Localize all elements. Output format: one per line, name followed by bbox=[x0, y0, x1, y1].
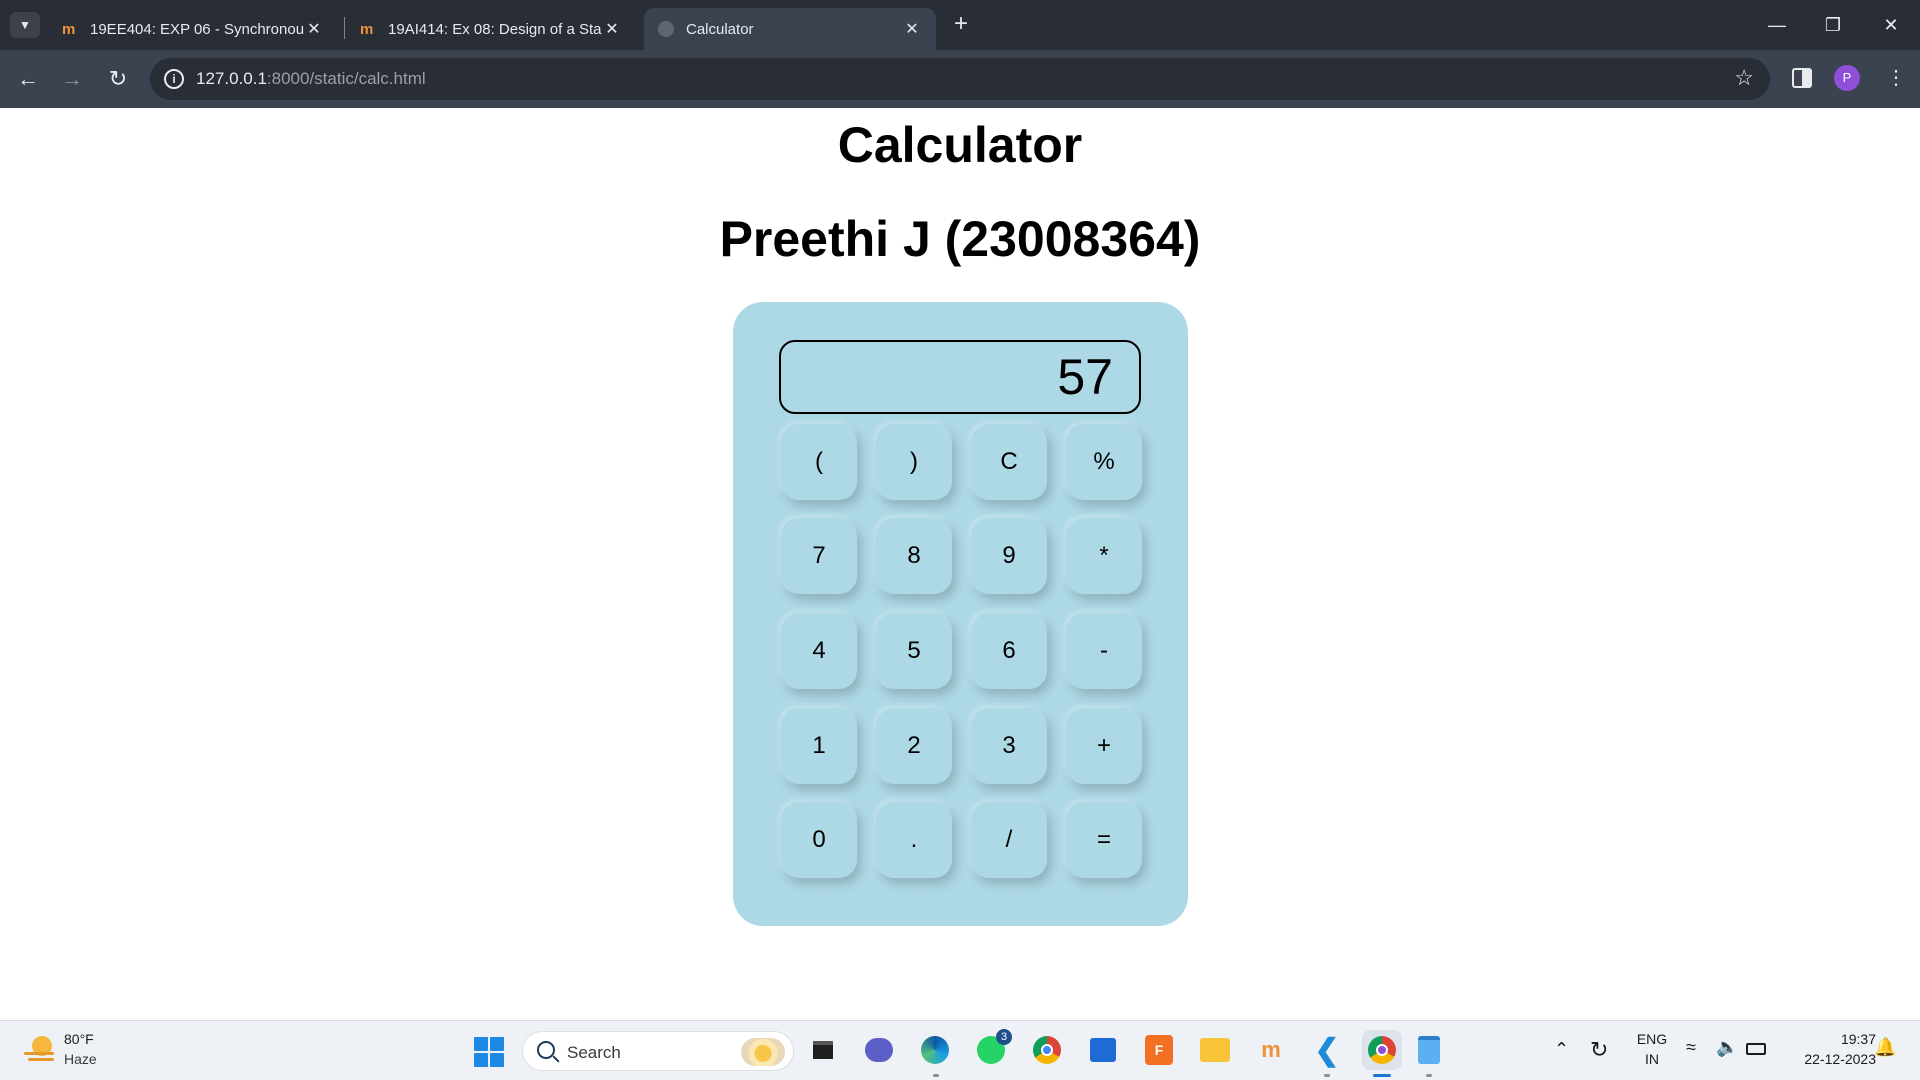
url-host: 127.0.0.1 bbox=[196, 69, 267, 88]
site-info-icon[interactable]: i bbox=[164, 69, 184, 89]
file-explorer-icon[interactable] bbox=[806, 1033, 840, 1067]
tab-divider bbox=[344, 17, 345, 39]
close-icon[interactable]: ✕ bbox=[602, 19, 622, 39]
url-text[interactable]: 127.0.0.1:8000/static/calc.html bbox=[196, 69, 426, 89]
page-title: Calculator bbox=[837, 117, 1083, 173]
language-line2[interactable]: IN bbox=[1634, 1051, 1670, 1067]
search-highlight-icon bbox=[741, 1038, 785, 1066]
key-8[interactable]: 8 bbox=[876, 518, 952, 594]
restore-icon[interactable]: ❐ bbox=[1818, 10, 1848, 40]
key-open-paren[interactable]: ( bbox=[781, 424, 857, 500]
notepad-running-indicator bbox=[1426, 1074, 1432, 1077]
edge-running-indicator bbox=[933, 1074, 939, 1077]
tab-title: 19AI414: Ex 08: Design of a Star bbox=[388, 20, 602, 38]
sync-icon[interactable]: ↻ bbox=[1590, 1037, 1608, 1063]
key-5[interactable]: 5 bbox=[876, 613, 952, 689]
page-subtitle: Preethi J (23008364) bbox=[719, 211, 1201, 267]
forward-arrow-icon[interactable]: → bbox=[58, 65, 86, 93]
key-0[interactable]: 0 bbox=[781, 802, 857, 878]
tab-exp06[interactable]: m 19EE404: EXP 06 - Synchronous ✕ bbox=[48, 8, 338, 50]
key-equals[interactable]: = bbox=[1066, 802, 1142, 878]
chevron-down-icon: ▼ bbox=[19, 18, 31, 32]
taskbar: 80°F Haze Search 3 F m ❮ ⌃ ↻ ENG IN ≈ 🔈 … bbox=[0, 1020, 1920, 1080]
battery-icon[interactable] bbox=[1746, 1043, 1766, 1055]
vscode-icon[interactable]: ❮ bbox=[1310, 1033, 1344, 1067]
key-1[interactable]: 1 bbox=[781, 708, 857, 784]
key-divide[interactable]: / bbox=[971, 802, 1047, 878]
minimize-icon[interactable]: — bbox=[1762, 10, 1792, 40]
chrome-active-indicator bbox=[1373, 1074, 1391, 1077]
close-window-icon[interactable]: ✕ bbox=[1876, 10, 1906, 40]
taskbar-search-box[interactable]: Search bbox=[522, 1031, 794, 1071]
show-hidden-icons-chevron-icon[interactable]: ⌃ bbox=[1554, 1039, 1569, 1060]
foxit-icon[interactable]: F bbox=[1142, 1033, 1176, 1067]
folder-icon[interactable] bbox=[1198, 1033, 1232, 1067]
key-3[interactable]: 3 bbox=[971, 708, 1047, 784]
calculator: 57 ( ) C % 7 8 9 * 4 5 6 - 1 2 3 + 0 . /… bbox=[733, 302, 1188, 926]
new-tab-button[interactable]: + bbox=[948, 12, 974, 38]
tab-ex08[interactable]: m 19AI414: Ex 08: Design of a Star ✕ bbox=[346, 8, 636, 50]
moodle-icon: m bbox=[360, 20, 373, 38]
edge-icon[interactable] bbox=[918, 1033, 952, 1067]
search-label: Search bbox=[567, 1043, 621, 1062]
key-9[interactable]: 9 bbox=[971, 518, 1047, 594]
tab-title: 19EE404: EXP 06 - Synchronous bbox=[90, 20, 304, 38]
key-7[interactable]: 7 bbox=[781, 518, 857, 594]
key-percent[interactable]: % bbox=[1066, 424, 1142, 500]
address-bar[interactable]: i 127.0.0.1:8000/static/calc.html ☆ bbox=[150, 58, 1770, 100]
tab-strip: ▼ m 19EE404: EXP 06 - Synchronous ✕ m 19… bbox=[0, 0, 1920, 50]
key-decimal[interactable]: . bbox=[876, 802, 952, 878]
side-panel-icon[interactable] bbox=[1792, 68, 1812, 88]
key-close-paren[interactable]: ) bbox=[876, 424, 952, 500]
profile-avatar[interactable]: P bbox=[1834, 65, 1860, 91]
teams-icon[interactable] bbox=[862, 1033, 896, 1067]
weather-description[interactable]: Haze bbox=[64, 1051, 97, 1067]
key-clear[interactable]: C bbox=[971, 424, 1047, 500]
tab-title: Calculator bbox=[686, 20, 754, 38]
page-content: Calculator Preethi J (23008364) 57 ( ) C… bbox=[0, 108, 1920, 1020]
close-icon[interactable]: ✕ bbox=[902, 19, 922, 39]
reload-icon[interactable]: ↻ bbox=[104, 65, 132, 93]
globe-icon bbox=[658, 21, 674, 37]
key-multiply[interactable]: * bbox=[1066, 518, 1142, 594]
key-plus[interactable]: + bbox=[1066, 708, 1142, 784]
tab-search-button[interactable]: ▼ bbox=[10, 12, 40, 38]
whatsapp-icon[interactable]: 3 bbox=[974, 1029, 1012, 1067]
close-icon[interactable]: ✕ bbox=[304, 19, 324, 39]
notepad-icon[interactable] bbox=[1412, 1033, 1446, 1067]
moodle-icon[interactable]: m bbox=[1254, 1033, 1288, 1067]
browser-toolbar: ← → ↻ i 127.0.0.1:8000/static/calc.html … bbox=[0, 50, 1920, 108]
tab-calculator[interactable]: Calculator ✕ bbox=[644, 8, 936, 50]
weather-temperature[interactable]: 80°F bbox=[64, 1031, 94, 1047]
volume-icon[interactable]: 🔈 bbox=[1716, 1037, 1738, 1058]
url-path: :8000/static/calc.html bbox=[266, 69, 426, 88]
notification-bell-icon[interactable]: 🔔 bbox=[1874, 1037, 1896, 1058]
key-minus[interactable]: - bbox=[1066, 613, 1142, 689]
key-2[interactable]: 2 bbox=[876, 708, 952, 784]
chrome-profile-icon[interactable] bbox=[1362, 1030, 1402, 1070]
kebab-menu-icon[interactable]: ⋮ bbox=[1886, 65, 1906, 90]
wifi-icon[interactable]: ≈ bbox=[1686, 1037, 1696, 1058]
back-arrow-icon[interactable]: ← bbox=[14, 65, 42, 93]
moodle-icon: m bbox=[62, 20, 75, 38]
windows-start-icon[interactable] bbox=[474, 1037, 504, 1067]
whatsapp-badge: 3 bbox=[996, 1029, 1012, 1045]
weather-haze-icon[interactable] bbox=[22, 1034, 56, 1064]
key-6[interactable]: 6 bbox=[971, 613, 1047, 689]
bookmark-star-icon[interactable]: ☆ bbox=[1734, 65, 1754, 91]
key-4[interactable]: 4 bbox=[781, 613, 857, 689]
store-icon[interactable] bbox=[1086, 1033, 1120, 1067]
clock-date[interactable]: 22-12-2023 bbox=[1780, 1051, 1876, 1067]
chrome-icon[interactable] bbox=[1030, 1033, 1064, 1067]
vscode-running-indicator bbox=[1324, 1074, 1330, 1077]
calculator-display[interactable]: 57 bbox=[779, 340, 1141, 414]
language-line1[interactable]: ENG bbox=[1634, 1031, 1670, 1047]
search-icon bbox=[537, 1041, 555, 1059]
clock-time[interactable]: 19:37 bbox=[1780, 1031, 1876, 1047]
